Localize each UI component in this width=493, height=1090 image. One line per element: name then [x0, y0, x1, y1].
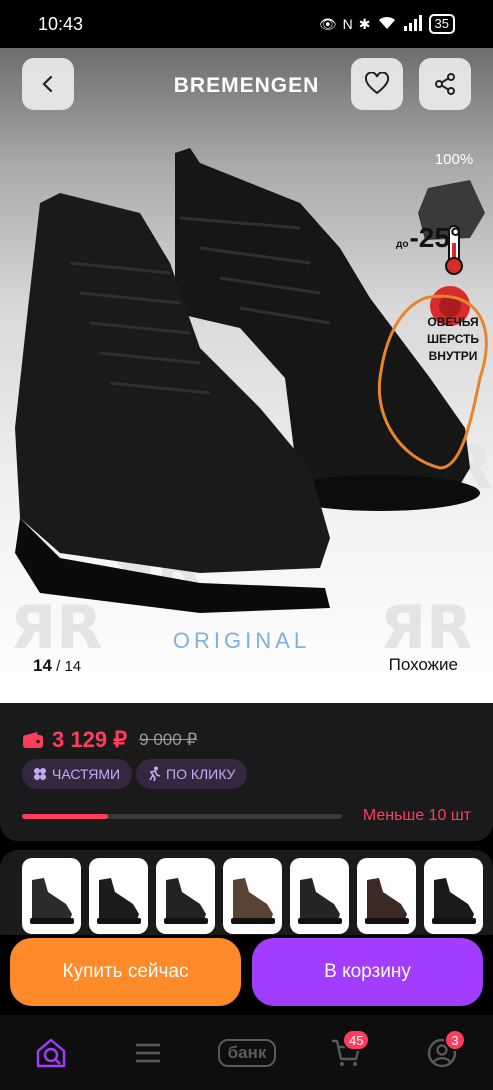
status-bar: 10:43 👁 N ✱ 35 [0, 0, 493, 48]
boot-thumbnail-image [231, 878, 275, 924]
wifi-icon [377, 15, 397, 34]
share-button[interactable] [419, 58, 471, 110]
nav-catalog[interactable] [128, 1035, 168, 1071]
product-image-gallery[interactable]: ЯRЯRЯRЯR BREMENGEN [0, 48, 493, 703]
running-person-icon [149, 766, 161, 782]
installments-tag[interactable]: ЧАСТЯМИ [22, 759, 133, 789]
variant-thumbnail[interactable] [424, 858, 483, 934]
boot-thumbnail-image [164, 878, 208, 924]
boot-thumbnail-image [97, 878, 141, 924]
image-total: 14 [64, 658, 82, 675]
variant-thumbnail[interactable] [89, 858, 148, 934]
cart-badge: 45 [342, 1029, 371, 1051]
menu-icon [136, 1043, 160, 1063]
add-to-cart-button[interactable]: В корзину [252, 938, 483, 1006]
wool-badge: ОВЕЧЬЯ ШЕРСТЬ ВНУТРИ [426, 315, 480, 363]
wallet-icon [23, 732, 43, 748]
nav-profile[interactable]: 3 [422, 1029, 466, 1071]
current-price: 3 129 ₽ [52, 727, 128, 752]
bottom-nav: банк 45 3 [0, 1015, 493, 1090]
old-price: 9 000 ₽ [139, 730, 198, 749]
status-icons: 👁 N ✱ 35 [319, 14, 455, 34]
boot-thumbnail-image [298, 878, 342, 924]
temperature-badge: до -25° [396, 222, 461, 254]
stock-label: Меньше 10 шт [362, 807, 471, 824]
boot-thumbnail-image [30, 878, 74, 924]
boots-image: ЯRЯRЯRЯR [10, 148, 492, 663]
eye-icon: 👁 [318, 15, 337, 32]
temperature-value: -25° [409, 222, 462, 253]
variant-thumbnail[interactable] [223, 858, 282, 934]
boot-thumbnail-image [365, 878, 409, 924]
nav-cart[interactable]: 45 [326, 1029, 371, 1071]
price-panel: 3 129 ₽ 9 000 ₽ ЧАСТЯМИ ПО КЛИКУ Меньше … [0, 703, 493, 841]
price-row: 3 129 ₽ 9 000 ₽ [22, 727, 197, 753]
stock-progress-bar [22, 814, 342, 819]
similar-link[interactable]: Похожие [389, 655, 458, 675]
variant-thumbnail[interactable] [156, 858, 215, 934]
battery-icon: 35 [428, 14, 455, 34]
image-index: 14 [33, 656, 52, 675]
favorite-button[interactable] [351, 58, 403, 110]
installments-label: ЧАСТЯМИ [52, 766, 121, 782]
leather-percent-badge: 100% [434, 151, 474, 168]
bluetooth-icon: ✱ [358, 15, 371, 32]
profile-badge: 3 [444, 1029, 466, 1051]
variant-thumbnail[interactable] [357, 858, 416, 934]
temperature-prefix: до [396, 239, 409, 250]
one-click-label: ПО КЛИКУ [166, 766, 236, 782]
status-time: 10:43 [38, 13, 84, 34]
boot-thumbnail-image [432, 878, 476, 924]
nfc-icon: N [342, 16, 353, 32]
stock-progress-fill [22, 814, 109, 819]
nav-home-search[interactable] [32, 1035, 72, 1071]
variant-thumbnail[interactable] [290, 858, 349, 934]
buy-now-button[interactable]: Купить сейчас [10, 938, 241, 1006]
nav-bank[interactable]: банк [212, 1035, 282, 1071]
counter-separator: / [51, 658, 65, 675]
bank-label: банк [217, 1039, 277, 1067]
variant-thumbnails [0, 850, 493, 935]
image-counter: 14 / 14 [33, 656, 81, 676]
heart-icon [364, 72, 390, 95]
original-watermark: ORIGINAL [172, 628, 311, 653]
puzzle-icon [34, 768, 46, 780]
share-icon [435, 73, 455, 95]
signal-icon [403, 14, 423, 34]
one-click-tag[interactable]: ПО КЛИКУ [136, 759, 248, 789]
variant-thumbnail[interactable] [22, 858, 81, 934]
home-search-icon [36, 1038, 66, 1068]
